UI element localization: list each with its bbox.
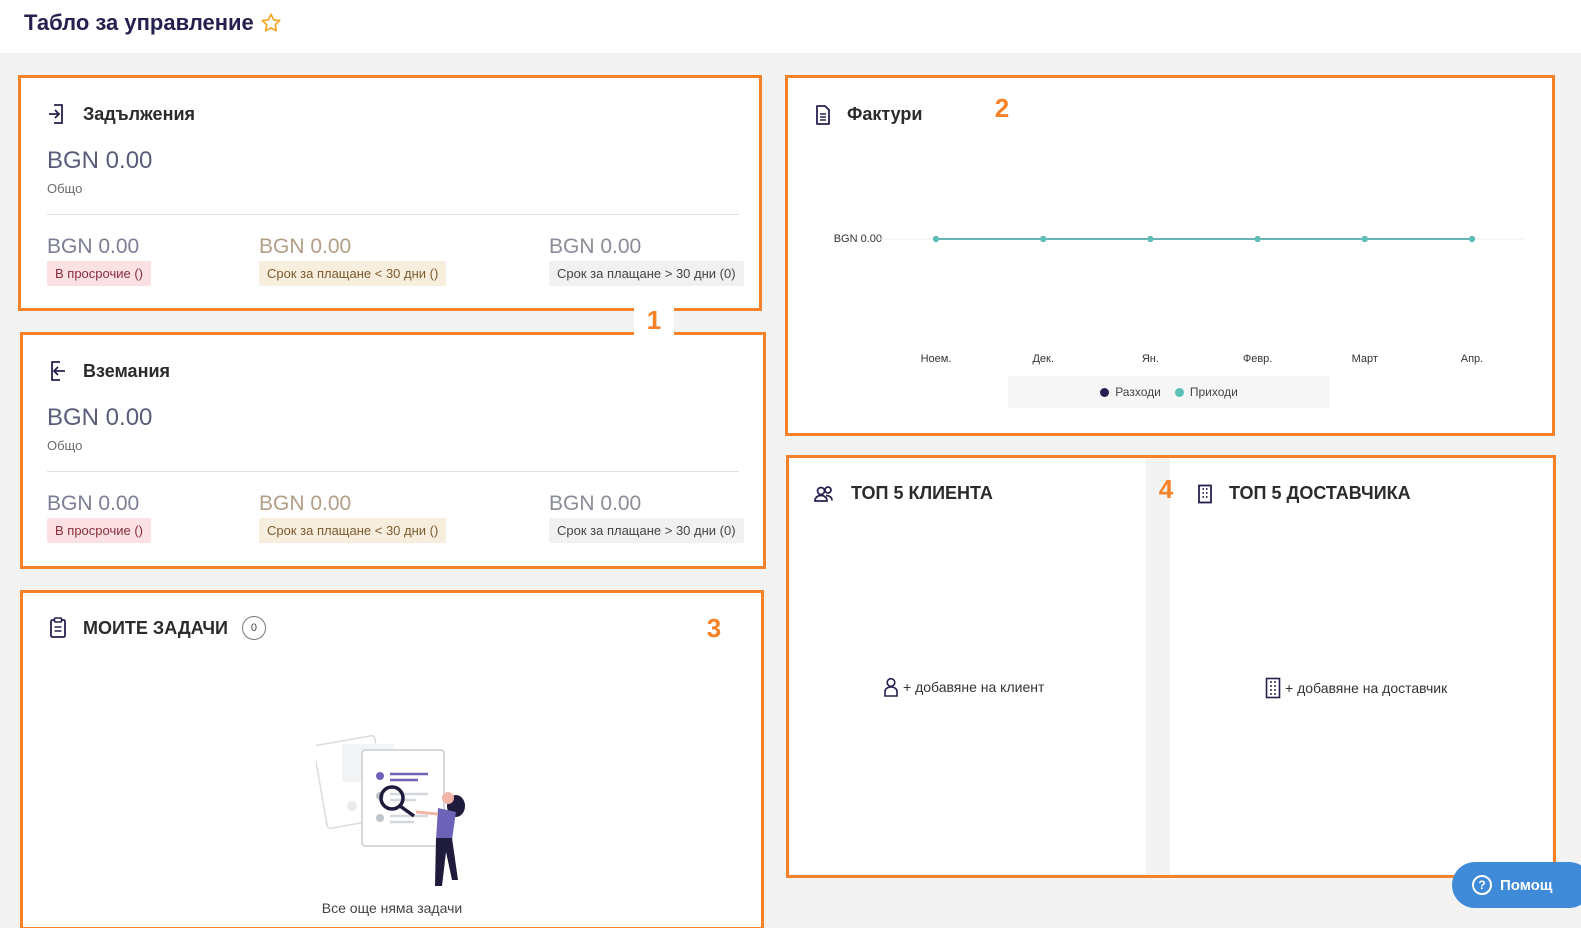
legend-dot-income — [1174, 387, 1184, 397]
tasks-count-badge: 0 — [241, 616, 266, 640]
x-tick-label: Март — [1351, 353, 1378, 365]
person-icon — [884, 677, 898, 697]
payables-due-later-amount: BGN 0.00 — [549, 235, 642, 258]
legend-label-expenses: Разходи — [1115, 385, 1161, 399]
top-suppliers-header: ТОП 5 ДОСТАВЧИКА — [1197, 483, 1411, 504]
add-client-label: + добавяне на клиент — [903, 679, 1045, 695]
x-tick-label: Февр. — [1242, 353, 1273, 365]
payables-overdue-badge[interactable]: В просрочие () — [47, 261, 151, 286]
legend-item-expenses[interactable]: Разходи — [1100, 385, 1161, 399]
marker-3: 3 — [698, 613, 730, 645]
receivables-total: BGN 0.00 — [47, 404, 153, 431]
data-point-1-1[interactable] — [1040, 236, 1047, 242]
invoices-header: Фактури — [815, 104, 922, 125]
building-small-icon — [1265, 677, 1281, 699]
empty-tasks-illustration — [316, 734, 465, 886]
legend-dot-expenses — [1100, 387, 1110, 397]
payables-due-soon-badge[interactable]: Срок за плащане < 30 дни () — [259, 261, 447, 286]
top-clients-header: ТОП 5 КЛИЕНТА — [813, 483, 993, 504]
x-tick-label: Ян. — [1141, 353, 1159, 365]
payables-total: BGN 0.00 — [47, 147, 153, 174]
x-tick-label: Апр. — [1460, 353, 1484, 365]
receivables-total-label: Общо — [47, 438, 83, 453]
receivables-icon — [51, 361, 65, 381]
payables-due-later-badge[interactable]: Срок за плащане > 30 дни (0) — [549, 261, 744, 286]
users-icon — [814, 485, 833, 502]
help-icon: ? — [1472, 875, 1492, 895]
legend-label-income: Приходи — [1189, 385, 1238, 399]
tasks-header: МОИТЕ ЗАДАЧИ 0 — [49, 616, 266, 640]
top-clients-card — [790, 458, 1146, 874]
marker-4: 4 — [1158, 474, 1174, 504]
top-suppliers-title: ТОП 5 ДОСТАВЧИКА — [1229, 483, 1411, 503]
x-tick-label: Дек. — [1032, 353, 1054, 365]
receivables-due-soon-amount: BGN 0.00 — [259, 492, 352, 515]
add-client-link[interactable]: + добавяне на клиент — [883, 677, 1044, 697]
help-button[interactable]: ? Помощ — [1452, 862, 1581, 908]
star-outline-icon[interactable] — [260, 12, 282, 34]
top-bar: Табло за управление — [0, 0, 1581, 53]
help-label: Помощ — [1500, 876, 1553, 894]
data-point-1-4[interactable] — [1361, 236, 1368, 242]
top-clients-title: ТОП 5 КЛИЕНТА — [851, 483, 993, 503]
payables-divider — [47, 214, 739, 215]
building-icon — [1198, 484, 1212, 503]
add-supplier-label: + добавяне на доставчик — [1285, 680, 1448, 696]
cards-gap — [1146, 470, 1170, 874]
y-tick-label: BGN 0.00 — [833, 233, 882, 245]
payables-total-label: Общо — [47, 181, 83, 196]
payables-title: Задължения — [83, 103, 196, 124]
tasks-empty-text: Все още няма задачи — [321, 900, 463, 916]
top-suppliers-card — [1170, 458, 1552, 874]
invoices-chart — [880, 236, 1525, 242]
tasks-title: МОИТЕ ЗАДАЧИ — [83, 617, 228, 638]
data-point-1-0[interactable] — [933, 236, 939, 242]
page-title: Табло за управление — [24, 10, 282, 36]
receivables-overdue-badge[interactable]: В просрочие () — [47, 518, 151, 543]
chart-legend: Разходи Приходи — [1008, 376, 1330, 408]
receivables-overdue-amount: BGN 0.00 — [47, 492, 140, 515]
receivables-divider — [47, 471, 739, 472]
page-title-text: Табло за управление — [24, 10, 254, 35]
payables-header: Задължения — [47, 103, 195, 125]
data-point-1-3[interactable] — [1254, 236, 1261, 242]
legend-item-income[interactable]: Приходи — [1174, 385, 1238, 399]
add-supplier-link[interactable]: + добавяне на доставчик — [1265, 677, 1447, 699]
marker-2: 2 — [986, 93, 1018, 125]
receivables-title: Вземания — [83, 360, 171, 381]
clipboard-icon — [50, 617, 66, 638]
data-point-1-2[interactable] — [1147, 236, 1154, 242]
receivables-header: Вземания — [47, 360, 170, 382]
receivables-due-later-badge[interactable]: Срок за плащане > 30 дни (0) — [549, 518, 744, 543]
payables-due-soon-amount: BGN 0.00 — [259, 235, 352, 258]
invoices-title: Фактури — [847, 104, 923, 124]
marker-1: 1 — [634, 305, 674, 337]
receivables-due-later-amount: BGN 0.00 — [549, 492, 642, 515]
receivables-due-soon-badge[interactable]: Срок за плащане < 30 дни () — [259, 518, 447, 543]
payables-icon — [49, 104, 63, 124]
x-tick-label: Ноем. — [920, 353, 952, 365]
document-icon — [816, 104, 830, 125]
payables-overdue-amount: BGN 0.00 — [47, 235, 140, 258]
data-point-1-5[interactable] — [1469, 236, 1475, 242]
